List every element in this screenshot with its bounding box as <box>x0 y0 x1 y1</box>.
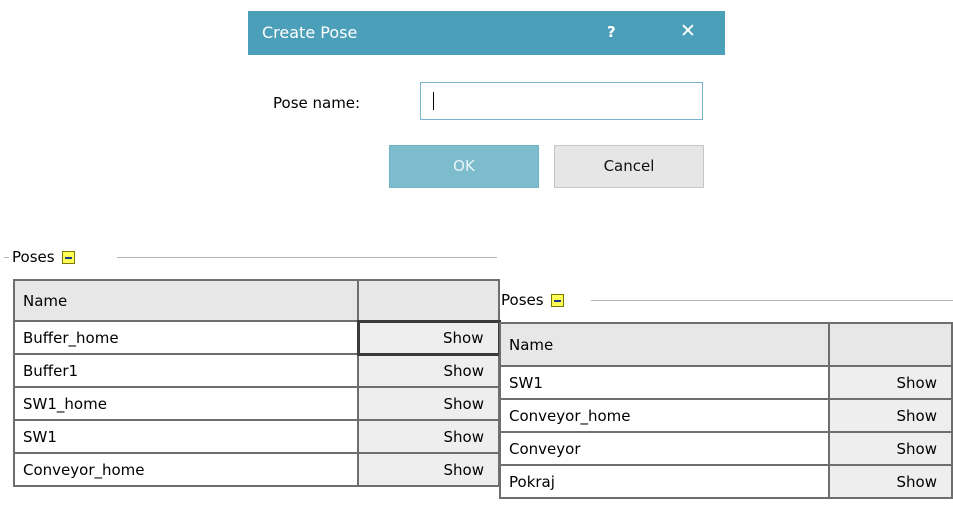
pose-name-cell[interactable]: Pokraj <box>499 464 830 499</box>
pose-name-input[interactable] <box>420 82 703 120</box>
pose-name-cell[interactable]: Conveyor <box>499 431 830 466</box>
column-header-name: Name <box>499 322 830 367</box>
show-button[interactable]: Show <box>827 464 953 499</box>
group-border-line <box>117 257 497 258</box>
table-row[interactable]: Buffer_home Show <box>13 319 501 356</box>
dialog-title: Create Pose <box>262 23 358 42</box>
table-row[interactable]: Conveyor_home Show <box>13 452 500 487</box>
group-border-line <box>4 257 9 258</box>
pose-name-cell[interactable]: SW1 <box>13 419 359 454</box>
group-border-line <box>591 300 953 301</box>
pose-name-cell[interactable]: SW1 <box>499 365 830 400</box>
column-header-name: Name <box>13 279 359 322</box>
show-button[interactable]: Show <box>827 365 953 400</box>
table-row[interactable]: Conveyor_home Show <box>499 398 953 433</box>
collapse-icon[interactable] <box>61 250 75 264</box>
poses-group-header: Poses <box>12 248 75 266</box>
show-button[interactable]: Show <box>356 319 501 356</box>
table-header-row: Name <box>499 322 953 367</box>
close-icon[interactable]: ✕ <box>680 20 696 42</box>
show-button[interactable]: Show <box>357 452 500 487</box>
column-header-action <box>827 322 953 367</box>
show-button[interactable]: Show <box>357 386 500 421</box>
ok-button[interactable]: OK <box>389 145 539 188</box>
table-row[interactable]: Conveyor Show <box>499 431 953 466</box>
text-caret <box>433 92 434 110</box>
table-row[interactable]: SW1_home Show <box>13 386 500 421</box>
show-button[interactable]: Show <box>827 431 953 466</box>
help-icon[interactable]: ? <box>607 23 616 41</box>
table-row[interactable]: SW1 Show <box>499 365 953 400</box>
column-header-action <box>357 279 500 322</box>
table-row[interactable]: Buffer1 Show <box>13 353 500 388</box>
pose-name-cell[interactable]: Conveyor_home <box>13 452 359 487</box>
poses-table-right: Name SW1 Show Conveyor_home Show Conveyo… <box>499 322 953 499</box>
pose-name-cell[interactable]: Buffer_home <box>13 320 359 355</box>
table-row[interactable]: SW1 Show <box>13 419 500 454</box>
table-header-row: Name <box>13 279 500 322</box>
cancel-button[interactable]: Cancel <box>554 145 704 188</box>
show-button[interactable]: Show <box>357 419 500 454</box>
poses-group-label: Poses <box>501 291 544 309</box>
pose-name-label: Pose name: <box>273 94 361 112</box>
poses-group-label: Poses <box>12 248 55 266</box>
show-button[interactable]: Show <box>827 398 953 433</box>
dialog-titlebar: Create Pose ? ✕ <box>248 11 725 55</box>
collapse-icon[interactable] <box>550 293 564 307</box>
show-button[interactable]: Show <box>357 353 500 388</box>
pose-name-cell[interactable]: Buffer1 <box>13 353 359 388</box>
poses-table-left: Name Buffer_home Show Buffer1 Show SW1_h… <box>13 279 501 487</box>
pose-name-cell[interactable]: SW1_home <box>13 386 359 421</box>
pose-name-cell[interactable]: Conveyor_home <box>499 398 830 433</box>
table-row[interactable]: Pokraj Show <box>499 464 953 499</box>
poses-group-header: Poses <box>501 291 564 309</box>
